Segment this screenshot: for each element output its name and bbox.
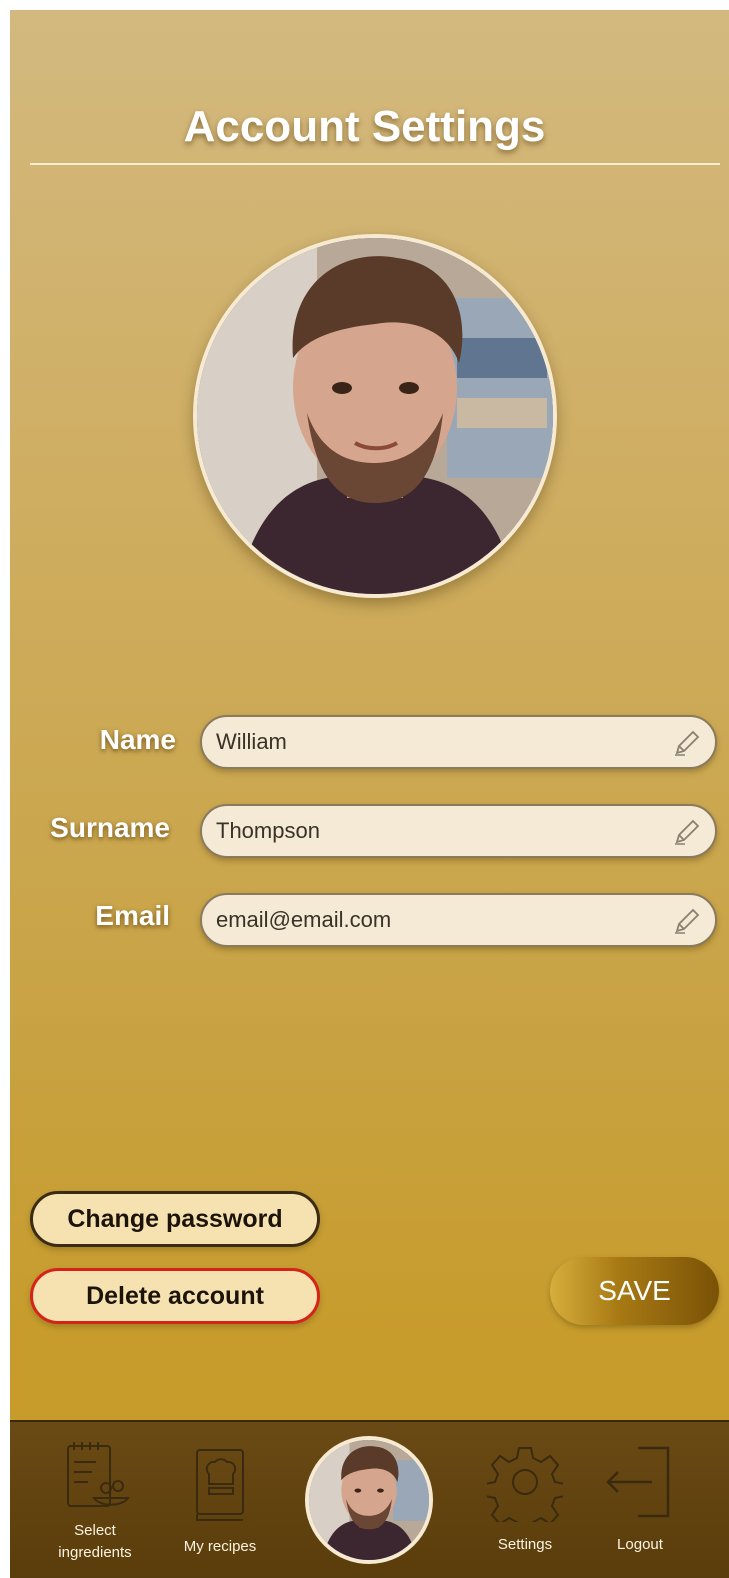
change-password-button[interactable]: Change password xyxy=(30,1191,320,1247)
nav-label-my-recipes: My recipes xyxy=(183,1538,257,1555)
title-divider xyxy=(30,163,720,165)
bottom-nav: Select ingredients My recipes Settings L… xyxy=(10,1420,729,1578)
name-input[interactable] xyxy=(216,717,656,767)
pencil-icon[interactable] xyxy=(671,905,703,937)
nav-label-logout: Logout xyxy=(617,1536,663,1553)
avatar-photo-icon xyxy=(309,1440,429,1560)
name-field[interactable] xyxy=(200,715,717,769)
pencil-icon[interactable] xyxy=(671,816,703,848)
email-field[interactable] xyxy=(200,893,717,947)
nav-settings[interactable]: Settings xyxy=(480,1442,570,1556)
surname-label: Surname xyxy=(50,812,170,843)
email-label: Email xyxy=(95,900,170,931)
nav-logout[interactable]: Logout xyxy=(595,1442,685,1556)
nav-select-ingredients[interactable]: Select ingredients xyxy=(40,1436,150,1564)
nav-my-recipes[interactable]: My recipes xyxy=(170,1444,270,1558)
nav-label-ingredients: ingredients xyxy=(58,1544,132,1561)
nav-profile-avatar[interactable] xyxy=(305,1436,433,1564)
avatar-photo-icon xyxy=(197,238,553,594)
delete-account-button[interactable]: Delete account xyxy=(30,1268,320,1324)
recipe-book-icon xyxy=(196,1449,244,1521)
logout-icon xyxy=(606,1446,670,1518)
surname-input[interactable] xyxy=(216,806,656,856)
profile-avatar[interactable] xyxy=(193,234,557,598)
name-label: Name xyxy=(99,724,176,755)
ingredients-checklist-icon xyxy=(67,1442,130,1507)
email-input[interactable] xyxy=(216,895,656,945)
app-screen: Account Settings Name Surname xyxy=(10,10,729,1578)
nav-label-select: Select xyxy=(74,1522,116,1539)
gear-icon xyxy=(487,1447,563,1522)
save-button[interactable]: SAVE xyxy=(550,1257,719,1325)
pencil-icon[interactable] xyxy=(671,727,703,759)
nav-label-settings: Settings xyxy=(497,1536,553,1553)
surname-field[interactable] xyxy=(200,804,717,858)
page-title: Account Settings xyxy=(183,102,546,151)
